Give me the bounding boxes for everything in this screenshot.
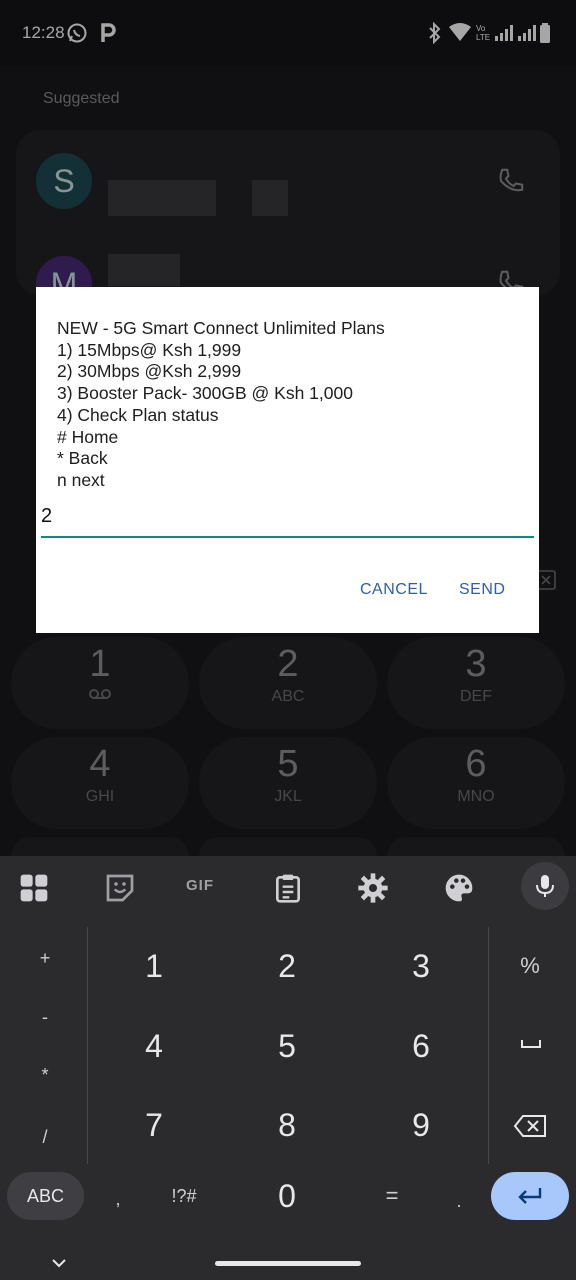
ussd-response-input[interactable]: 2 <box>41 505 534 539</box>
symbols-button[interactable]: !?# <box>164 1181 204 1211</box>
key-2[interactable]: 2 <box>252 941 322 991</box>
key-equals[interactable]: = <box>372 1181 412 1211</box>
key-5[interactable]: 5 <box>252 1021 322 1071</box>
cancel-button[interactable]: CANCEL <box>360 581 428 599</box>
gesture-nav-pill[interactable] <box>215 1261 361 1266</box>
send-button[interactable]: SEND <box>459 581 505 599</box>
apps-grid-icon[interactable] <box>18 872 50 904</box>
key-9[interactable]: 9 <box>386 1100 456 1150</box>
settings-gear-icon[interactable] <box>357 872 389 904</box>
clipboard-icon[interactable] <box>272 872 304 904</box>
key-8[interactable]: 8 <box>252 1100 322 1150</box>
key-slash[interactable]: / <box>25 1122 65 1152</box>
key-asterisk[interactable]: * <box>25 1060 65 1090</box>
abc-mode-button[interactable]: ABC <box>7 1172 84 1220</box>
palette-icon[interactable] <box>443 872 475 904</box>
enter-button[interactable] <box>491 1172 569 1220</box>
key-percent[interactable]: % <box>510 951 550 981</box>
key-period[interactable]: . <box>439 1186 479 1216</box>
key-divider <box>87 927 88 1164</box>
key-divider <box>488 927 489 1164</box>
key-7[interactable]: 7 <box>119 1100 189 1150</box>
hide-keyboard-chevron-icon[interactable] <box>50 1257 68 1269</box>
sticker-icon[interactable] <box>104 872 136 904</box>
input-underline <box>41 536 534 538</box>
ussd-dialog: NEW - 5G Smart Connect Unlimited Plans 1… <box>36 287 539 633</box>
enter-icon <box>518 1188 542 1204</box>
key-minus[interactable]: - <box>25 1002 65 1032</box>
key-3[interactable]: 3 <box>386 941 456 991</box>
key-1[interactable]: 1 <box>119 941 189 991</box>
backspace-icon[interactable] <box>513 1114 547 1138</box>
key-plus[interactable]: + <box>25 943 65 973</box>
ussd-message: NEW - 5G Smart Connect Unlimited Plans 1… <box>57 318 385 490</box>
gif-button[interactable]: GIF <box>186 877 214 894</box>
voice-input-button[interactable] <box>521 862 569 910</box>
key-6[interactable]: 6 <box>386 1021 456 1071</box>
space-icon[interactable] <box>519 1037 543 1051</box>
key-comma[interactable]: , <box>98 1184 138 1214</box>
mic-icon <box>536 875 554 897</box>
key-0[interactable]: 0 <box>252 1171 322 1221</box>
key-4[interactable]: 4 <box>119 1021 189 1071</box>
